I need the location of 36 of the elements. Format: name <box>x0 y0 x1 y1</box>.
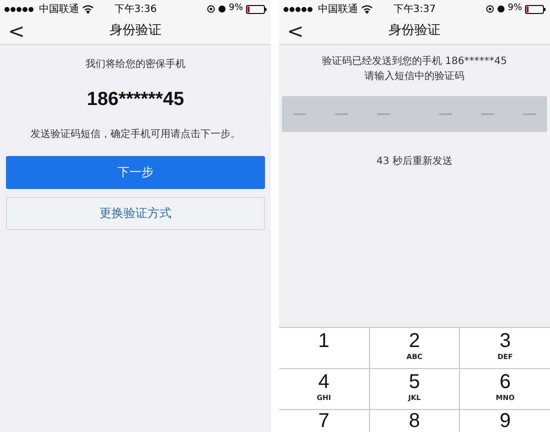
status-time: 下午3:36 <box>113 2 158 16</box>
nav-title: 身份验证 <box>388 22 440 40</box>
keypad-key[interactable]: 9 <box>460 410 550 432</box>
wifi-icon <box>82 4 94 14</box>
change-method-button[interactable]: 更换验证方式 <box>6 196 265 230</box>
message-text: 验证码已经发送到您的手机 186******45 <box>322 54 507 69</box>
lock-rotation-icon <box>486 5 494 13</box>
keypad-key[interactable]: 7 <box>279 410 369 432</box>
back-button[interactable]: < <box>287 20 304 42</box>
battery-icon <box>525 4 546 14</box>
phone-number: 186******45 <box>86 88 186 112</box>
keypad-key[interactable]: 8 <box>370 410 460 432</box>
keypad-key[interactable]: 1 <box>279 328 369 368</box>
hint-text: 发送验证码短信，确定手机可用请点击下一步。 <box>30 128 242 142</box>
status-time: 下午3:37 <box>392 2 437 16</box>
signal-icon <box>4 6 36 12</box>
message-text: 请输入短信中的验证码 <box>364 70 464 84</box>
battery-percent: 9% <box>508 2 522 16</box>
carrier-name: 中国联通 <box>39 2 79 16</box>
carrier-name: 中国联通 <box>318 2 358 16</box>
code-slot: — <box>376 104 390 124</box>
nav-title: 身份验证 <box>110 22 162 40</box>
battery-percent: 9% <box>228 2 243 16</box>
lock-rotation-icon <box>206 5 215 13</box>
code-slot: — <box>438 104 452 124</box>
signal-icon <box>283 6 315 12</box>
code-slot: — <box>334 104 348 124</box>
code-slot: — <box>480 104 494 124</box>
next-button[interactable]: 下一步 <box>6 156 265 188</box>
back-button[interactable]: < <box>8 20 25 42</box>
wifi-icon <box>361 4 373 14</box>
code-slot: — <box>292 104 306 124</box>
battery-icon <box>246 4 267 14</box>
code-slot: — <box>522 104 536 124</box>
resend-countdown: 43 秒后重新发送 <box>376 154 454 169</box>
intro-text: 我们将给您的密保手机 <box>84 58 186 72</box>
